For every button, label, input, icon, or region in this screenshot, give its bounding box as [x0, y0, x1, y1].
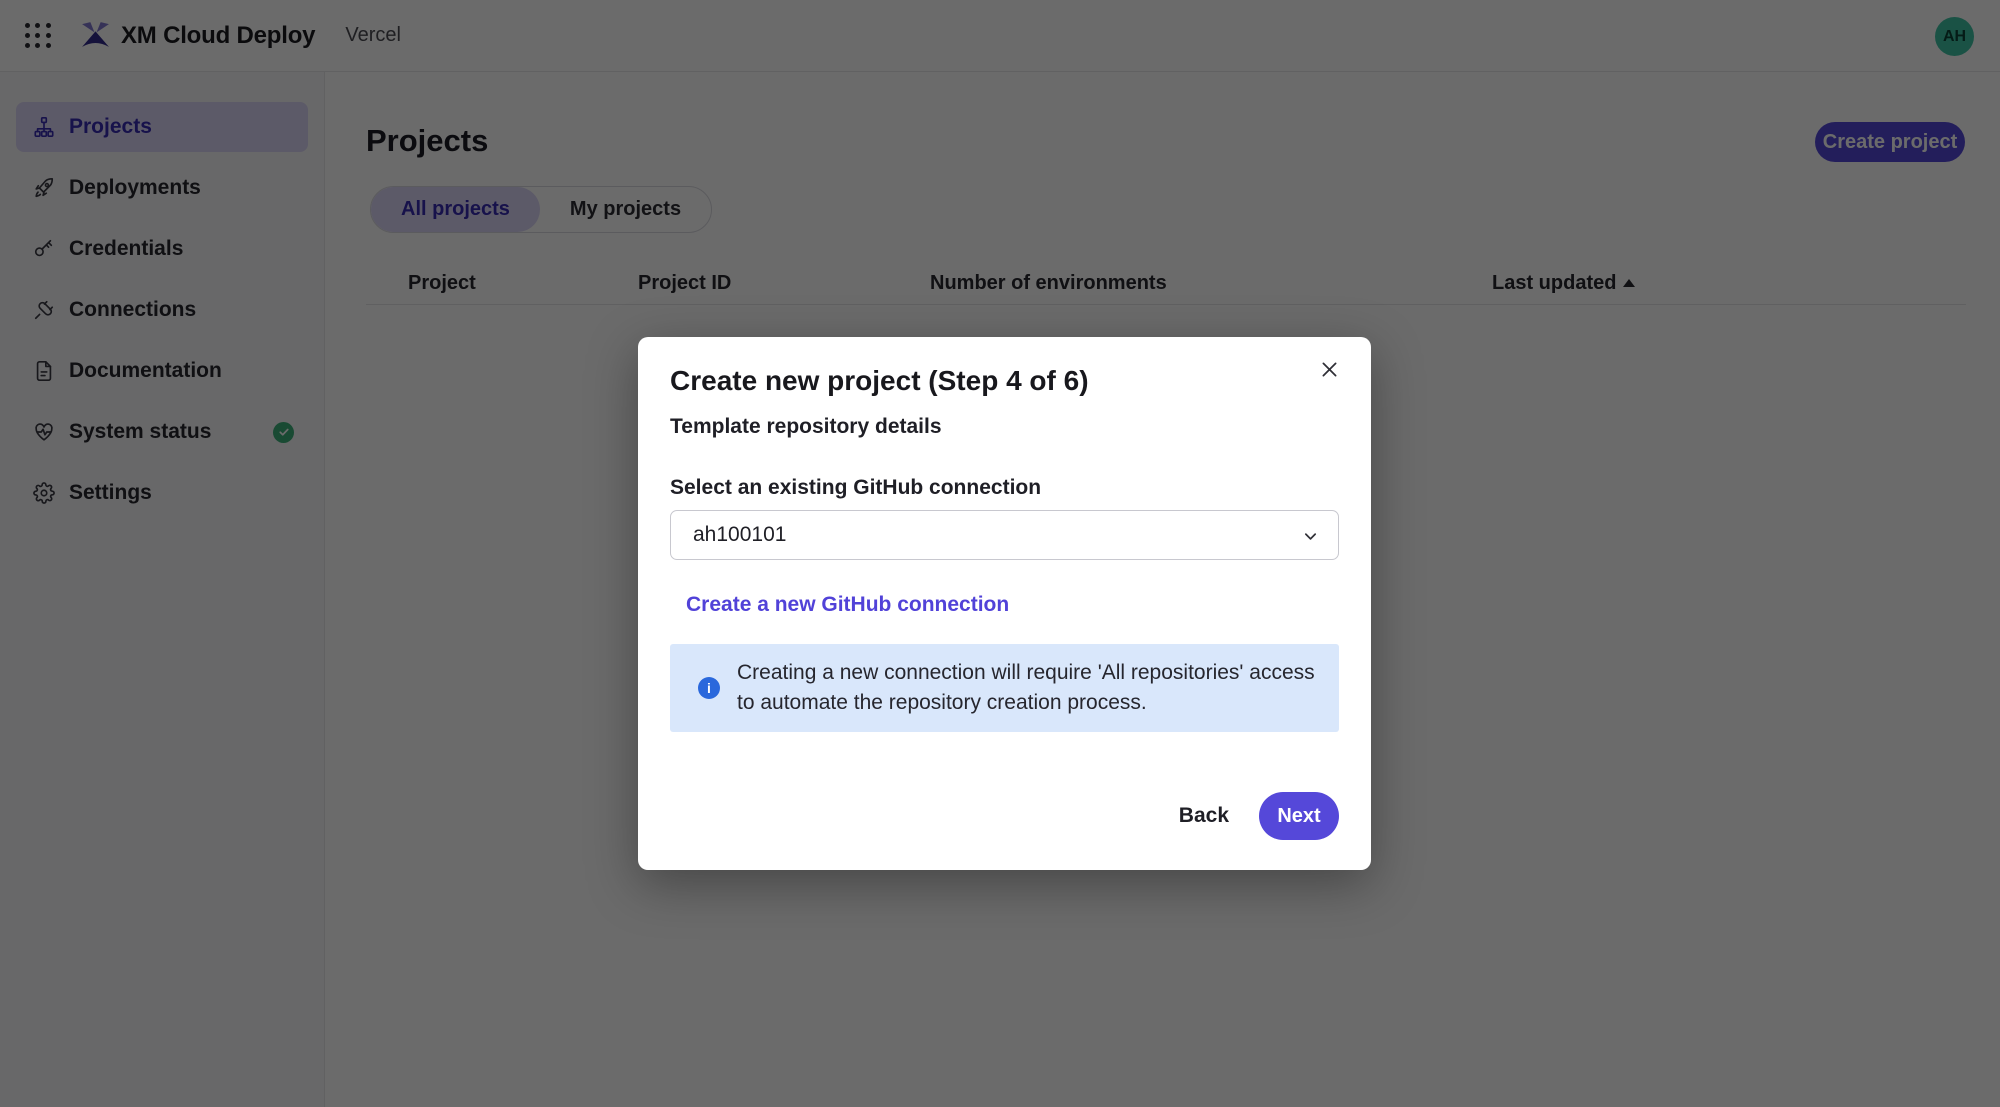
section-heading: Template repository details — [670, 415, 942, 439]
info-icon: i — [698, 677, 720, 699]
next-button[interactable]: Next — [1259, 792, 1339, 840]
create-project-modal: Create new project (Step 4 of 6) Templat… — [638, 337, 1371, 870]
github-connection-select-label: Select an existing GitHub connection — [670, 476, 1041, 500]
select-value: ah100101 — [693, 523, 786, 547]
modal-title: Create new project (Step 4 of 6) — [670, 365, 1089, 397]
modal-footer: Back Next — [670, 792, 1339, 840]
create-github-connection-link[interactable]: Create a new GitHub connection — [686, 593, 1009, 617]
github-connection-select[interactable]: ah100101 — [670, 510, 1339, 560]
back-button[interactable]: Back — [1179, 804, 1229, 828]
chevron-down-icon — [1303, 529, 1318, 544]
info-alert: i Creating a new connection will require… — [670, 644, 1339, 732]
info-alert-text: Creating a new connection will require '… — [737, 658, 1337, 718]
close-icon[interactable] — [1309, 349, 1349, 389]
